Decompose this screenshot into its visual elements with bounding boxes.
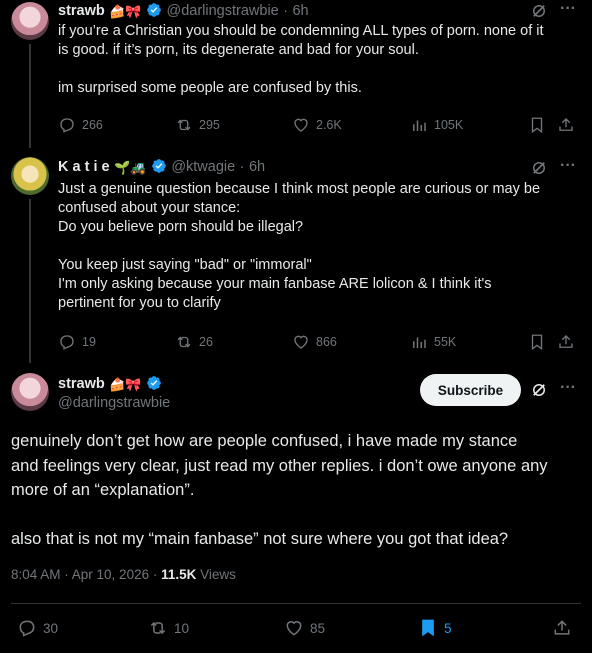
timestamp[interactable]: 6h: [292, 3, 308, 19]
reply-icon: [60, 118, 74, 133]
reply-button[interactable]: 30: [17, 618, 58, 638]
repost-icon: [150, 621, 166, 635]
avatar-strawb[interactable]: [11, 2, 49, 40]
bookmark-icon: [531, 334, 543, 351]
cake-emoji: 🍰: [109, 4, 126, 19]
tractor-emoji: 🚜: [130, 160, 147, 175]
tweet-2-text: Just a genuine question because I think …: [58, 181, 541, 311]
timestamp[interactable]: 6h: [249, 159, 265, 175]
avatar-katie[interactable]: [11, 157, 49, 195]
share-icon: [559, 118, 573, 131]
views-icon: [413, 337, 426, 348]
repost-button[interactable]: 295: [175, 116, 220, 134]
avatar-strawb[interactable]: [11, 373, 49, 411]
ribbon-emoji: 🎀: [125, 377, 142, 392]
heart-icon: [294, 118, 308, 132]
share-icon: [554, 620, 570, 635]
share-button[interactable]: [552, 618, 572, 643]
views-button[interactable]: 105K: [410, 116, 463, 134]
ribbon-emoji: 🎀: [125, 4, 142, 19]
share-icon: [559, 335, 573, 348]
grok-icon[interactable]: [530, 2, 548, 20]
tweet-2-header: K a t i e 🌱🚜 @ktwagie · 6h: [58, 159, 266, 175]
repost-button[interactable]: 10: [148, 618, 189, 638]
bookmark-icon: [531, 117, 543, 134]
bookmark-button[interactable]: [528, 116, 546, 139]
verified-badge-icon: [147, 3, 161, 17]
display-name[interactable]: K a t i e: [58, 159, 110, 175]
divider: [11, 603, 581, 604]
more-icon[interactable]: ···: [560, 379, 576, 397]
main-tweet-text: genuinely don’t get how are people confu…: [11, 432, 548, 548]
subscribe-button[interactable]: Subscribe: [420, 374, 521, 406]
display-name[interactable]: strawb: [58, 3, 105, 19]
repost-icon: [177, 336, 191, 348]
more-icon[interactable]: ···: [560, 157, 576, 175]
bookmark-button[interactable]: 5: [418, 618, 452, 638]
verified-badge-icon: [147, 376, 161, 390]
reply-button[interactable]: 19: [58, 333, 96, 351]
timestamp[interactable]: 8:04 AM · Apr 10, 2026 ·: [11, 567, 161, 582]
main-author: strawb 🍰🎀: [58, 375, 162, 393]
more-icon[interactable]: ···: [560, 0, 576, 18]
handle[interactable]: @darlingstrawbie: [166, 3, 278, 19]
view-count: 11.5K: [161, 567, 197, 582]
share-button[interactable]: [557, 116, 575, 139]
like-button[interactable]: 2.6K: [292, 116, 342, 134]
like-button[interactable]: 866: [292, 333, 337, 351]
repost-icon: [177, 119, 191, 131]
views-button[interactable]: 55K: [410, 333, 456, 351]
heart-icon: [286, 621, 302, 636]
thread-line: [29, 199, 31, 363]
reply-button[interactable]: 266: [58, 116, 103, 134]
like-button[interactable]: 85: [284, 618, 325, 638]
cake-emoji: 🍰: [109, 377, 126, 392]
repost-button[interactable]: 26: [175, 333, 213, 351]
thread-line: [29, 44, 31, 148]
reply-icon: [19, 620, 35, 637]
reply-icon: [60, 335, 74, 350]
bookmark-button[interactable]: [528, 333, 546, 356]
tweet-1-header: strawb 🍰🎀 @darlingstrawbie · 6h: [58, 3, 309, 19]
share-button[interactable]: [557, 333, 575, 356]
tweet-meta: 8:04 AM · Apr 10, 2026 · 11.5K Views: [11, 567, 236, 582]
display-name[interactable]: strawb: [58, 376, 105, 392]
bookmark-filled-icon: [422, 619, 434, 637]
handle[interactable]: @ktwagie: [171, 159, 235, 175]
grok-icon[interactable]: [530, 381, 548, 399]
verified-badge-icon: [152, 159, 166, 173]
grok-icon[interactable]: [530, 159, 548, 177]
heart-icon: [294, 335, 308, 349]
handle[interactable]: @darlingstrawbie: [58, 395, 170, 411]
seedling-emoji: 🌱: [114, 160, 131, 175]
views-icon: [413, 120, 426, 131]
tweet-1-text: if you’re a Christian you should be cond…: [58, 23, 544, 96]
